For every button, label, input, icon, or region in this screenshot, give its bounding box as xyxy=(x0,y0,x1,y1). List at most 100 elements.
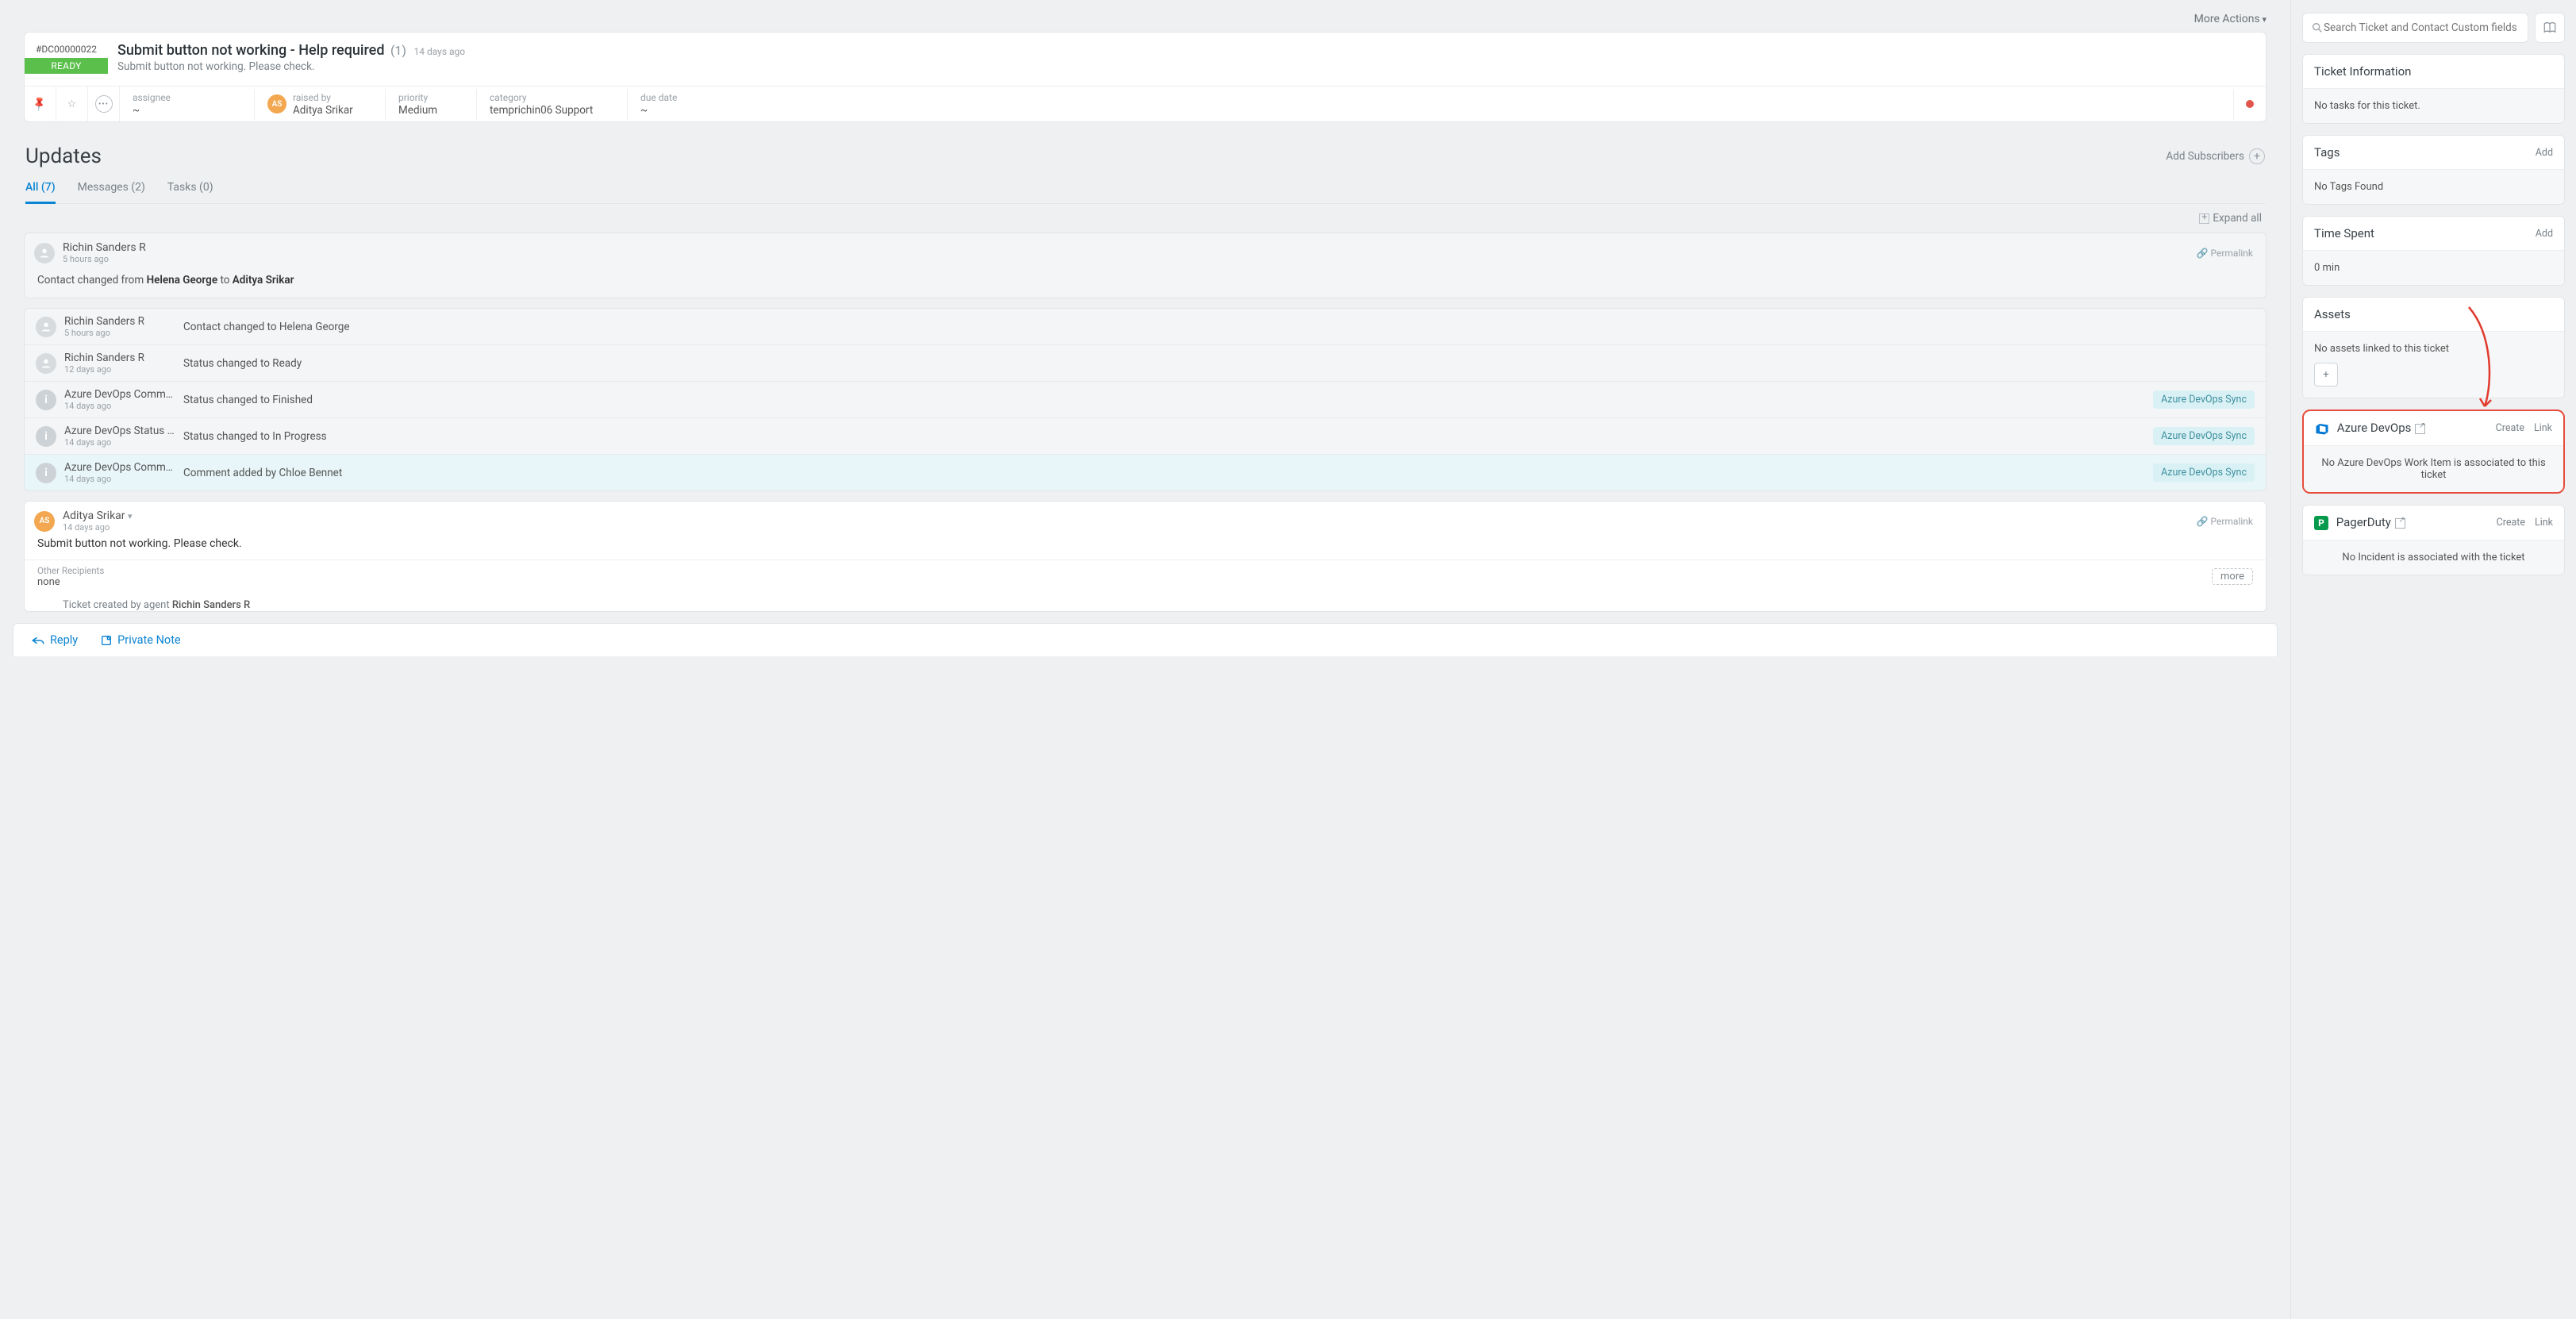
add-tag-button[interactable]: Add xyxy=(2536,147,2553,159)
recipients-label: Other Recipients xyxy=(37,565,104,576)
update-row[interactable]: i Azure DevOps Comm…14 days agoComment ad… xyxy=(25,455,2266,490)
raised-by-avatar: AS xyxy=(267,94,286,113)
private-note-button[interactable]: Private Note xyxy=(100,633,180,647)
permalink-button[interactable]: 🔗Permalink xyxy=(2197,516,2253,527)
panel-body: No tasks for this ticket. xyxy=(2303,88,2564,123)
time-spent-panel: Time Spent Add 0 min xyxy=(2302,216,2565,286)
priority-value[interactable]: Medium xyxy=(398,104,463,117)
dots-icon: ••• xyxy=(95,95,113,113)
knowledge-base-button[interactable] xyxy=(2535,13,2565,43)
more-button[interactable]: ••• xyxy=(88,87,120,121)
message-time: 14 days ago xyxy=(63,522,133,533)
row-message: Status changed to Finished xyxy=(183,394,2153,406)
panel-title: Assets xyxy=(2314,307,2351,321)
tab-messages[interactable]: Messages (2) xyxy=(78,181,145,203)
due-value[interactable]: ~ xyxy=(640,104,2220,117)
user-avatar xyxy=(36,353,56,374)
search-input[interactable] xyxy=(2324,21,2520,34)
pin-button[interactable]: 📌 xyxy=(25,87,56,121)
priority-label: priority xyxy=(398,92,463,103)
ticket-title: Submit button not working - Help require… xyxy=(117,42,384,59)
row-author: Azure DevOps Comm… xyxy=(64,461,183,474)
search-box[interactable] xyxy=(2302,13,2528,43)
azure-devops-panel: Azure DevOps Create Link No Azure DevOps… xyxy=(2302,410,2565,494)
reply-icon xyxy=(31,635,45,646)
ticket-desc: Submit button not working. Please check. xyxy=(117,60,2256,73)
tab-all[interactable]: All (7) xyxy=(25,181,56,204)
row-message: Comment added by Chloe Bennet xyxy=(183,467,2153,479)
update-row[interactable]: Richin Sanders R5 hours agoContact chang… xyxy=(25,309,2266,345)
panel-title: Azure DevOps xyxy=(2315,421,2425,436)
due-label: due date xyxy=(640,92,2220,103)
user-avatar xyxy=(34,243,55,263)
assignee-label: assignee xyxy=(133,92,241,103)
message-card[interactable]: AS Aditya Srikar ▾ 14 days ago 🔗Permalin… xyxy=(24,501,2266,612)
row-author: Azure DevOps Comm… xyxy=(64,388,183,401)
expand-all-button[interactable]: Expand all xyxy=(29,212,2262,225)
panel-body: 0 min xyxy=(2303,250,2564,285)
row-message: Contact changed to Helena George xyxy=(183,321,2255,333)
assets-panel: Assets No assets linked to this ticket + xyxy=(2302,297,2565,398)
external-link-icon[interactable] xyxy=(2395,518,2405,529)
category-label: category xyxy=(490,92,614,103)
panel-title: Time Spent xyxy=(2314,226,2374,240)
azure-create-button[interactable]: Create xyxy=(2496,422,2524,434)
assignee-value[interactable]: ~ xyxy=(133,104,241,117)
update-row[interactable]: iAzure DevOps Status …14 days agoStatus … xyxy=(25,418,2266,455)
row-time: 14 days ago xyxy=(64,474,183,484)
info-icon: i xyxy=(36,463,56,483)
user-avatar xyxy=(36,317,56,337)
panel-body: No Incident is associated with the ticke… xyxy=(2303,540,2564,575)
pagerduty-panel: P PagerDuty Create Link No Incident is a… xyxy=(2302,505,2565,575)
updates-list: Richin Sanders R5 hours agoContact chang… xyxy=(24,308,2266,491)
update-row[interactable]: Richin Sanders R12 days agoStatus change… xyxy=(25,345,2266,382)
more-actions-menu[interactable]: More Actions xyxy=(24,13,2266,25)
add-time-button[interactable]: Add xyxy=(2536,228,2553,240)
pin-icon: 📌 xyxy=(31,95,48,113)
recipients-value: none xyxy=(37,576,104,588)
panel-body: No Azure DevOps Work Item is associated … xyxy=(2304,445,2563,492)
tab-tasks[interactable]: Tasks (0) xyxy=(167,181,213,203)
link-icon: 🔗 xyxy=(2197,248,2209,259)
ticket-age: 14 days ago xyxy=(413,46,465,57)
star-button[interactable]: ☆ xyxy=(56,87,88,121)
note-icon xyxy=(100,634,113,647)
raised-by-value[interactable]: Aditya Srikar xyxy=(293,104,353,117)
add-subscribers-label: Add Subscribers xyxy=(2166,150,2244,163)
pagerduty-icon: P xyxy=(2314,516,2328,530)
azure-link-button[interactable]: Link xyxy=(2534,422,2552,434)
category-value[interactable]: temprichin06 Support xyxy=(490,104,614,117)
pd-link-button[interactable]: Link xyxy=(2535,517,2553,529)
chevron-down-icon[interactable]: ▾ xyxy=(128,511,133,521)
sync-badge: Azure DevOps Sync xyxy=(2153,390,2255,409)
star-icon: ☆ xyxy=(67,98,77,110)
update-time: 5 hours ago xyxy=(63,254,146,264)
reply-footer: Reply Private Note xyxy=(13,623,2278,656)
external-link-icon[interactable] xyxy=(2415,424,2425,434)
created-by-text: Ticket created by agent Richin Sanders R xyxy=(25,593,2266,611)
panel-body: No Tags Found xyxy=(2303,169,2564,204)
update-row[interactable]: iAzure DevOps Comm…14 days agoStatus cha… xyxy=(25,382,2266,418)
row-author: Azure DevOps Status … xyxy=(64,425,183,437)
raised-by-label: raised by xyxy=(293,92,353,103)
update-item[interactable]: Richin Sanders R 5 hours ago 🔗Permalink … xyxy=(24,233,2266,298)
more-button[interactable]: more xyxy=(2212,568,2253,585)
sync-badge: Azure DevOps Sync xyxy=(2153,427,2255,445)
row-author: Richin Sanders R xyxy=(64,315,183,328)
reply-button[interactable]: Reply xyxy=(31,633,78,647)
message-body: Submit button not working. Please check. xyxy=(25,537,2266,560)
book-icon xyxy=(2543,21,2557,35)
updates-tabs: All (7) Messages (2) Tasks (0) xyxy=(25,181,2265,204)
ticket-card: #DC00000022 READY Submit button not work… xyxy=(24,32,2266,122)
pd-create-button[interactable]: Create xyxy=(2497,517,2525,529)
user-avatar: AS xyxy=(34,511,55,532)
add-subscribers-button[interactable]: Add Subscribers + xyxy=(2166,148,2265,164)
link-icon: 🔗 xyxy=(2197,516,2209,527)
add-asset-button[interactable]: + xyxy=(2314,363,2338,386)
plus-circle-icon: + xyxy=(2249,148,2265,164)
row-time: 14 days ago xyxy=(64,437,183,448)
panel-title: P PagerDuty xyxy=(2314,515,2405,530)
updates-heading: Updates xyxy=(25,144,102,168)
ticket-thread-count: (1) xyxy=(390,43,406,58)
permalink-button[interactable]: 🔗Permalink xyxy=(2197,248,2253,259)
